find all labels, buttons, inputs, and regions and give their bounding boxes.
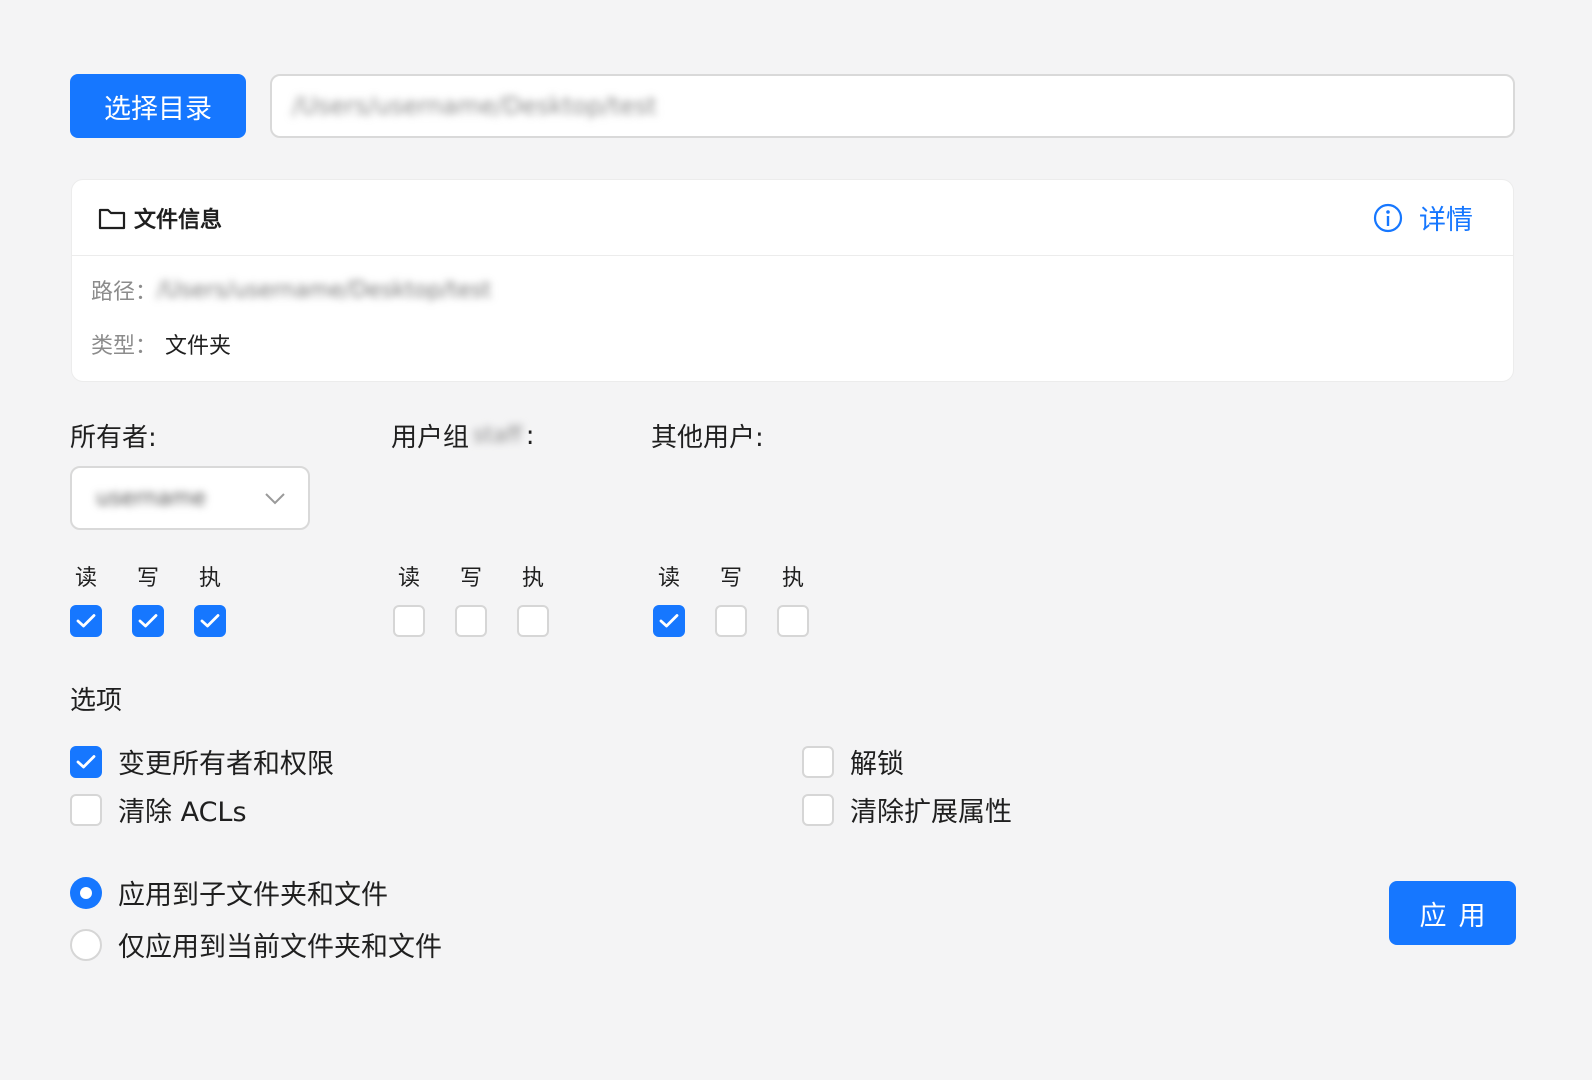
- owner-select-value: username: [96, 485, 206, 511]
- apply-scope-option-1[interactable]: 应用到子文件夹和文件: [70, 873, 388, 912]
- option-2-checkbox[interactable]: [802, 745, 834, 778]
- owner-title: 所有者:: [70, 423, 157, 453]
- apply-scope-radio-1[interactable]: [70, 876, 102, 909]
- owner-write-checkbox[interactable]: [132, 605, 164, 637]
- owner-select[interactable]: username: [70, 466, 310, 530]
- apply-scope-radio-2[interactable]: [70, 928, 102, 961]
- group-title-prefix: 用户组: [391, 423, 470, 453]
- group-read-checkbox[interactable]: [393, 605, 425, 637]
- apply-scope-label-1: 应用到子文件夹和文件: [118, 880, 388, 911]
- owner-read-checkbox[interactable]: [70, 605, 102, 637]
- option-3-checkbox[interactable]: [70, 793, 102, 826]
- select-directory-button[interactable]: 选择目录: [70, 74, 246, 138]
- chevron-down-icon: [265, 493, 285, 505]
- file-info-title: 文件信息: [134, 208, 223, 233]
- group-write-label: 写: [459, 566, 482, 591]
- option-4[interactable]: 清除扩展属性: [802, 790, 1012, 829]
- group-exec-label: 执: [521, 566, 544, 591]
- path-input-value: /Users/username/Desktop/test: [292, 92, 657, 120]
- file-info-header: 文件信息 详情: [72, 180, 1513, 256]
- details-label: 详情: [1419, 205, 1473, 236]
- path-value: /Users/username/Desktop/test: [157, 277, 492, 303]
- apply-scope-option-2[interactable]: 仅应用到当前文件夹和文件: [70, 925, 442, 964]
- path-label: 路径：: [91, 280, 158, 305]
- group-title: 用户组 staff :: [391, 417, 535, 454]
- folder-icon: [98, 208, 126, 230]
- path-row: 路径： /Users/username/Desktop/test: [91, 274, 491, 306]
- group-write-checkbox[interactable]: [455, 605, 487, 637]
- group-name: staff: [473, 423, 522, 448]
- owner-exec-label: 执: [198, 566, 221, 591]
- others-read-label: 读: [657, 566, 680, 591]
- others-exec-label: 执: [781, 566, 804, 591]
- option-1[interactable]: 变更所有者和权限: [70, 742, 334, 781]
- file-info-card: 文件信息 详情 路径： /Users/username/Desktop/test…: [71, 179, 1514, 382]
- group-title-suffix: :: [525, 420, 535, 451]
- option-4-checkbox[interactable]: [802, 793, 834, 826]
- others-read-checkbox[interactable]: [653, 605, 685, 637]
- option-1-label: 变更所有者和权限: [118, 749, 334, 780]
- options-title: 选项: [70, 686, 123, 716]
- option-2-label: 解锁: [850, 749, 904, 780]
- option-3[interactable]: 清除 ACLs: [70, 790, 247, 829]
- owner-read-label: 读: [74, 566, 97, 591]
- owner-exec-checkbox[interactable]: [194, 605, 226, 637]
- others-exec-checkbox[interactable]: [777, 605, 809, 637]
- others-title: 其他用户:: [651, 423, 764, 453]
- type-row: 类型： 文件夹: [91, 328, 231, 360]
- option-2[interactable]: 解锁: [802, 742, 904, 781]
- path-input[interactable]: /Users/username/Desktop/test: [270, 74, 1515, 138]
- owner-write-label: 写: [136, 566, 159, 591]
- apply-scope-label-2: 仅应用到当前文件夹和文件: [118, 932, 442, 963]
- group-read-label: 读: [397, 566, 420, 591]
- type-label: 类型：: [91, 334, 158, 359]
- option-1-checkbox[interactable]: [70, 745, 102, 778]
- option-4-label: 清除扩展属性: [850, 797, 1012, 828]
- apply-button[interactable]: 应用: [1389, 881, 1516, 945]
- option-3-label: 清除 ACLs: [118, 797, 247, 828]
- others-write-label: 写: [719, 566, 742, 591]
- details-link[interactable]: 详情: [1373, 198, 1473, 237]
- others-write-checkbox[interactable]: [715, 605, 747, 637]
- group-exec-checkbox[interactable]: [517, 605, 549, 637]
- info-icon: [1373, 203, 1403, 232]
- type-value: 文件夹: [165, 334, 232, 359]
